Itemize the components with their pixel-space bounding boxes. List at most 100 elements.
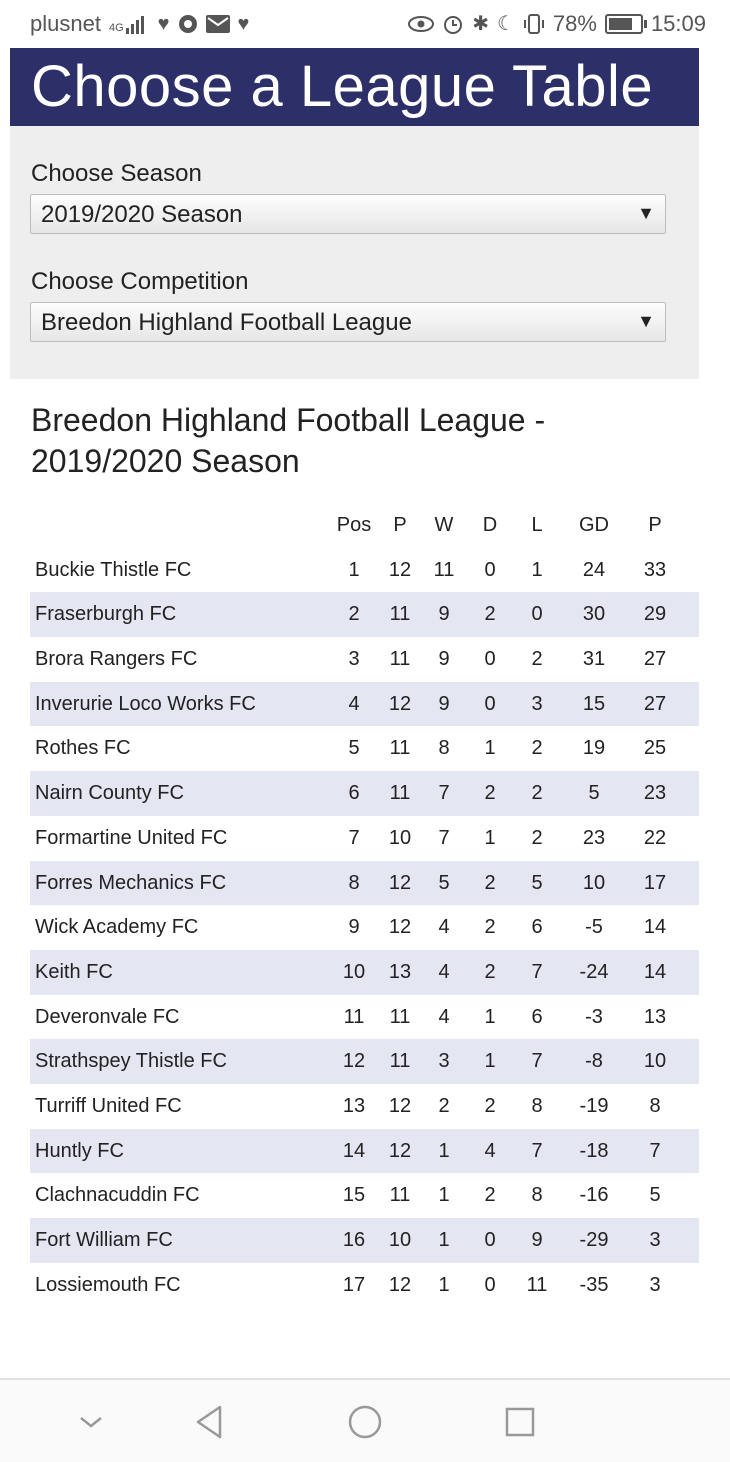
alarm-icon (444, 16, 463, 34)
cell-drawn: 0 (484, 692, 496, 715)
cell-points: 3 (649, 1229, 661, 1251)
cell-position: 16 (342, 1229, 366, 1251)
navigation-bar (0, 1378, 730, 1462)
league-table: Pos P W D L GD P Buckie Thistle FC 1 12 11 0… (30, 503, 699, 1307)
cell-drawn: 1 (484, 1050, 496, 1073)
table-row: Strathspey Thistle FC 12 11 3 1 7 -8 10 (30, 1039, 699, 1084)
cell-lost: 8 (531, 1184, 543, 1207)
cell-won: 9 (438, 692, 450, 715)
cell-goal-difference: -16 (579, 1184, 609, 1207)
cell-won: 9 (438, 648, 450, 671)
cell-team-name: Strathspey Thistle FC (35, 1050, 227, 1073)
cell-position: 15 (342, 1184, 366, 1207)
cell-played: 12 (388, 1139, 412, 1162)
cell-won: 1 (438, 1273, 450, 1296)
cell-goal-difference: 15 (582, 692, 606, 715)
cell-won: 5 (438, 871, 450, 894)
cell-team-name: Inverurie Loco Works FC (35, 692, 256, 715)
cell-position: 2 (348, 603, 360, 626)
chrome-icon (178, 15, 197, 33)
cell-drawn: 1 (484, 826, 496, 849)
table-row: Inverurie Loco Works FC 4 12 9 0 3 15 27 (30, 681, 699, 727)
cell-points: 7 (649, 1139, 661, 1162)
cell-points: 14 (643, 960, 667, 983)
cell-goal-difference: 19 (582, 737, 606, 760)
cell-goal-difference: -19 (579, 1094, 609, 1117)
cell-position: 1 (348, 558, 360, 581)
table-title: Breedon Highland Football League - 2019/… (31, 402, 546, 479)
cell-team-name: Nairn County FC (35, 782, 184, 805)
cell-played: 12 (388, 1273, 412, 1296)
col-header-won: W (434, 514, 454, 536)
cell-won: 2 (438, 1094, 450, 1117)
table-row: Wick Academy FC 9 12 4 2 6 -5 14 (30, 905, 699, 950)
competition-select[interactable]: Breedon Highland Football League ▼ (30, 302, 666, 342)
cell-goal-difference: -8 (585, 1050, 603, 1073)
page-header: Choose a League Table (10, 48, 699, 126)
season-select[interactable]: 2019/2020 Season ▼ (30, 194, 666, 234)
cell-lost: 2 (531, 826, 543, 849)
cell-team-name: Clachnacuddin FC (35, 1184, 200, 1207)
cell-goal-difference: 23 (582, 826, 606, 849)
battery-fill (608, 18, 633, 30)
cell-team-name: Wick Academy FC (35, 916, 199, 939)
cell-points: 33 (643, 558, 667, 581)
network-type: 4G (108, 22, 124, 34)
cell-played: 11 (389, 737, 411, 760)
cell-won: 7 (438, 782, 450, 805)
cell-position: 8 (348, 871, 360, 894)
cell-team-name: Rothes FC (35, 737, 131, 760)
recents-square-icon[interactable] (500, 1402, 540, 1442)
eye-icon (408, 16, 435, 32)
cell-lost: 5 (531, 871, 543, 894)
cell-lost: 6 (531, 1005, 543, 1028)
cell-played: 12 (388, 558, 412, 581)
col-header-played: P (393, 514, 407, 536)
cell-drawn: 1 (484, 737, 496, 760)
mail-icon (205, 15, 230, 33)
cell-goal-difference: -18 (579, 1139, 609, 1162)
cell-drawn: 4 (484, 1139, 496, 1162)
clock: 15:09 (650, 11, 706, 36)
cell-played: 12 (388, 916, 412, 939)
cell-goal-difference: -5 (585, 916, 603, 939)
status-left: plusnet 4G ♥ ♥ (30, 11, 249, 37)
cell-goal-difference: 5 (588, 782, 600, 805)
cell-position: 11 (343, 1005, 365, 1028)
cell-position: 10 (342, 960, 366, 983)
cell-drawn: 2 (484, 603, 496, 626)
cell-played: 11 (389, 648, 411, 671)
cell-drawn: 2 (484, 871, 496, 894)
hide-nav-chevron-down-icon[interactable] (71, 1402, 111, 1442)
table-row: Formartine United FC 7 10 7 1 2 23 22 (30, 816, 699, 861)
cell-lost: 3 (531, 692, 543, 715)
cell-played: 12 (388, 1094, 412, 1117)
col-header-pos: Pos (336, 514, 372, 536)
cell-position: 7 (348, 826, 360, 849)
cell-lost: 2 (531, 648, 543, 671)
cell-position: 5 (348, 737, 360, 760)
heart-icon: ♥ (157, 13, 170, 35)
cell-goal-difference: -24 (579, 960, 609, 983)
carrier-name: plusnet (30, 11, 101, 36)
cell-points: 8 (649, 1094, 661, 1117)
table-row: Nairn County FC 6 11 7 2 2 5 23 (30, 771, 699, 816)
cell-points: 22 (643, 826, 667, 849)
cell-points: 5 (649, 1184, 661, 1207)
vibrate-icon (523, 14, 544, 34)
cell-lost: 8 (531, 1094, 543, 1117)
home-circle-icon[interactable] (345, 1402, 385, 1442)
cell-played: 11 (389, 1184, 411, 1207)
cell-goal-difference: 30 (582, 603, 606, 626)
back-triangle-icon[interactable] (189, 1402, 229, 1442)
status-right: ✱ ☾ 78% 15:09 (408, 11, 706, 37)
cell-lost: 7 (531, 1050, 543, 1073)
cell-position: 6 (348, 782, 360, 805)
cell-lost: 7 (531, 1139, 543, 1162)
cell-won: 3 (438, 1050, 450, 1073)
cell-points: 23 (643, 782, 667, 805)
cell-lost: 0 (531, 603, 543, 626)
bluetooth-icon: ✱ (472, 13, 489, 35)
cell-position: 4 (348, 692, 360, 715)
cell-played: 11 (389, 1050, 411, 1073)
